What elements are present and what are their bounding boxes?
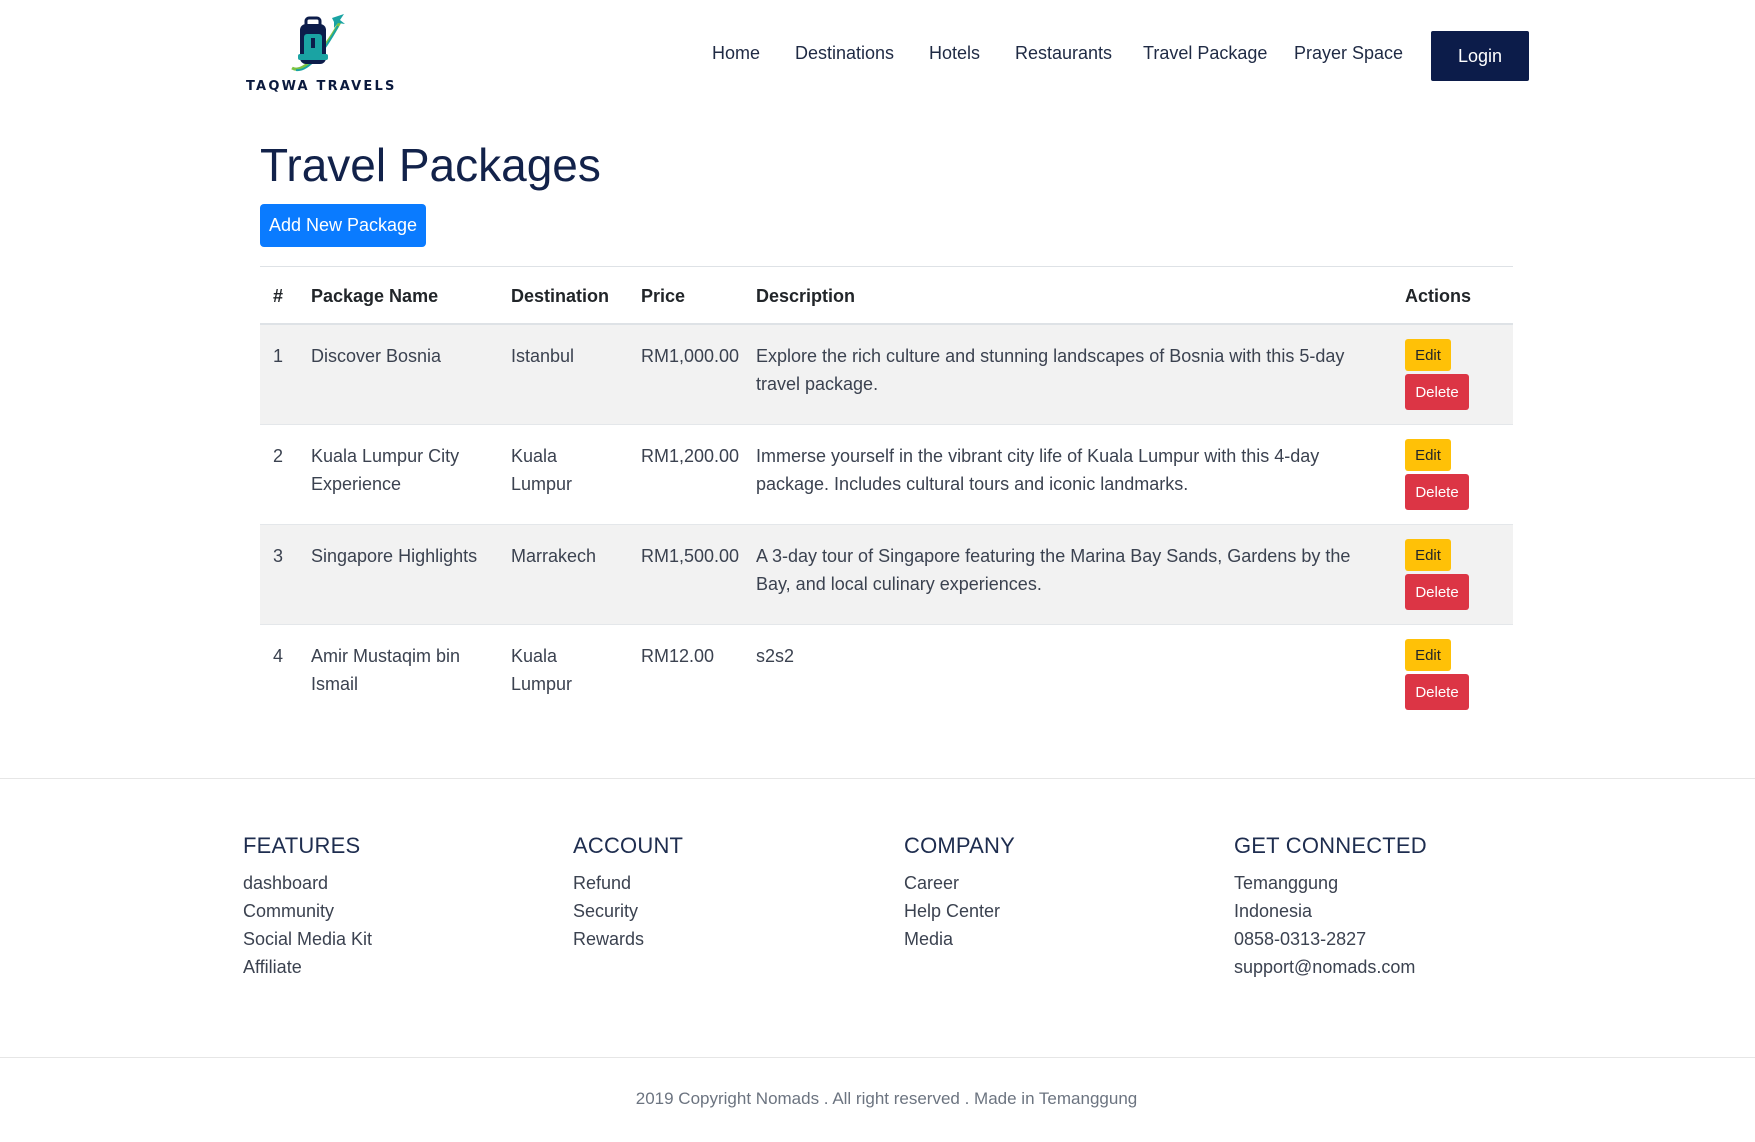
nav-link-travel-package[interactable]: Travel Package <box>1143 43 1267 64</box>
cell-description: Immerse yourself in the vibrant city lif… <box>756 446 1320 494</box>
copyright-divider <box>0 1057 1755 1058</box>
footer-link[interactable]: Career <box>904 869 1204 897</box>
footer-column-company: COMPANY Career Help Center Media <box>904 833 1204 953</box>
delete-button[interactable]: Delete <box>1405 674 1469 710</box>
footer-contact-phone[interactable]: 0858-0313-2827 <box>1234 925 1534 953</box>
column-header-number: # <box>273 286 284 306</box>
cell-number: 2 <box>273 446 284 466</box>
cell-package-name: Discover Bosnia <box>311 346 442 366</box>
cell-price: RM1,000.00 <box>641 346 740 366</box>
column-header-package-name: Package Name <box>311 286 439 306</box>
cell-destination: Marrakech <box>511 546 597 566</box>
footer-heading: ACCOUNT <box>573 833 684 858</box>
copyright-text: 2019 Copyright Nomads . All right reserv… <box>635 1089 1138 1108</box>
footer-link[interactable]: Help Center <box>904 897 1204 925</box>
cell-number: 4 <box>273 646 284 666</box>
cell-package-name: Kuala Lumpur City Experience <box>311 446 460 494</box>
nav-link-restaurants[interactable]: Restaurants <box>1015 43 1112 64</box>
column-header-actions: Actions <box>1405 286 1472 306</box>
footer-link[interactable]: Refund <box>573 869 873 897</box>
footer-link[interactable]: Social Media Kit <box>243 925 543 953</box>
edit-button[interactable]: Edit <box>1405 539 1451 571</box>
footer-link[interactable]: Security <box>573 897 873 925</box>
table-row: 3 Singapore Highlights Marrakech RM1,500… <box>260 525 1513 625</box>
cell-destination: Kuala Lumpur <box>511 446 573 494</box>
delete-button[interactable]: Delete <box>1405 374 1469 410</box>
footer-link[interactable]: dashboard <box>243 869 543 897</box>
cell-number: 3 <box>273 546 284 566</box>
delete-button[interactable]: Delete <box>1405 474 1469 510</box>
footer-column-account: ACCOUNT Refund Security Rewards <box>573 833 873 953</box>
nav-link-prayer-space[interactable]: Prayer Space <box>1294 43 1403 64</box>
edit-button[interactable]: Edit <box>1405 639 1451 671</box>
footer-link[interactable]: Media <box>904 925 1204 953</box>
nav-link-home[interactable]: Home <box>712 43 760 64</box>
column-header-description: Description <box>756 286 856 306</box>
footer-link[interactable]: Rewards <box>573 925 873 953</box>
footer-divider <box>0 778 1755 779</box>
cell-description: Explore the rich culture and stunning la… <box>756 346 1345 394</box>
delete-button[interactable]: Delete <box>1405 574 1469 610</box>
footer-heading: GET CONNECTED <box>1234 833 1427 858</box>
nav-link-destinations[interactable]: Destinations <box>795 43 894 64</box>
cell-description: s2s2 <box>756 646 795 666</box>
cell-package-name: Amir Mustaqim bin Ismail <box>311 646 461 694</box>
table-row: 1 Discover Bosnia Istanbul RM1,000.00 Ex… <box>260 325 1513 425</box>
footer-link[interactable]: Affiliate <box>243 953 543 981</box>
cell-package-name: Singapore Highlights <box>311 546 478 566</box>
table-row: 4 Amir Mustaqim bin Ismail Kuala Lumpur … <box>260 625 1513 725</box>
footer-heading: COMPANY <box>904 833 1016 858</box>
footer-link[interactable]: Community <box>243 897 543 925</box>
login-button[interactable]: Login <box>1431 31 1529 81</box>
column-header-price: Price <box>641 286 686 306</box>
cell-number: 1 <box>273 346 284 366</box>
cell-destination: Kuala Lumpur <box>511 646 573 694</box>
cell-destination: Istanbul <box>511 346 575 366</box>
edit-button[interactable]: Edit <box>1405 439 1451 471</box>
cell-price: RM1,200.00 <box>641 446 740 466</box>
footer-column-get-connected: GET CONNECTED Temanggung Indonesia 0858-… <box>1234 833 1534 981</box>
nav-link-hotels[interactable]: Hotels <box>929 43 980 64</box>
footer-contact-city: Temanggung <box>1234 873 1339 893</box>
brand-name: TAQWA TRAVELS <box>246 79 397 94</box>
cell-description: A 3-day tour of Singapore featuring the … <box>756 546 1351 594</box>
table-row: 2 Kuala Lumpur City Experience Kuala Lum… <box>260 425 1513 525</box>
footer-contact-country: Indonesia <box>1234 901 1313 921</box>
cell-price: RM12.00 <box>641 646 715 666</box>
add-new-package-button[interactable]: Add New Package <box>260 204 426 247</box>
footer-contact-email[interactable]: support@nomads.com <box>1234 953 1534 981</box>
navbar: TAQWA TRAVELS Home Destinations Hotels R… <box>0 0 1755 112</box>
cell-price: RM1,500.00 <box>641 546 740 566</box>
column-header-destination: Destination <box>511 286 610 306</box>
table-header: # Package Name Destination Price Descrip… <box>260 267 1513 325</box>
footer-column-features: FEATURES dashboard Community Social Medi… <box>243 833 543 981</box>
edit-button[interactable]: Edit <box>1405 339 1451 371</box>
page-title: Travel Packages <box>260 139 601 191</box>
footer-heading: FEATURES <box>243 833 361 858</box>
